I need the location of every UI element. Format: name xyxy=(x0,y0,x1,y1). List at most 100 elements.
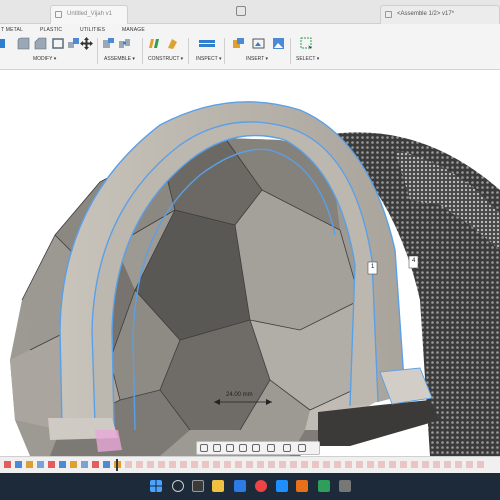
pan-icon[interactable] xyxy=(226,444,234,452)
dimension-label[interactable]: 24.00 mm xyxy=(226,392,253,398)
construct-menu[interactable]: CONSTRUCT ▾ xyxy=(148,56,183,62)
timeline-feature[interactable] xyxy=(158,461,165,468)
timeline-feature[interactable] xyxy=(378,461,385,468)
canvas-viewport[interactable]: 24.00 mm 1 4 xyxy=(0,70,500,456)
timeline-feature[interactable] xyxy=(444,461,451,468)
timeline-feature[interactable] xyxy=(334,461,341,468)
app-icon[interactable] xyxy=(318,480,330,492)
tab-sheet-metal[interactable]: T METAL xyxy=(1,27,23,33)
move-icon[interactable] xyxy=(80,37,93,50)
timeline-feature[interactable] xyxy=(455,461,462,468)
timeline-feature[interactable] xyxy=(400,461,407,468)
timeline[interactable] xyxy=(0,456,500,473)
timeline-feature[interactable] xyxy=(59,461,66,468)
fillet-icon[interactable] xyxy=(17,37,30,50)
shell-icon[interactable] xyxy=(52,37,65,50)
timeline-feature[interactable] xyxy=(312,461,319,468)
document-tab-assemble[interactable]: <Assemble 1/2> v17* xyxy=(380,5,500,24)
timeline-feature[interactable] xyxy=(180,461,187,468)
fit-icon[interactable] xyxy=(252,444,260,452)
timeline-feature[interactable] xyxy=(37,461,44,468)
app-icon-2[interactable] xyxy=(339,480,351,492)
timeline-feature[interactable] xyxy=(191,461,198,468)
select-menu[interactable]: SELECT ▾ xyxy=(296,56,319,62)
timeline-feature[interactable] xyxy=(367,461,374,468)
tab-plastic[interactable]: PLASTIC xyxy=(40,27,62,33)
timeline-feature[interactable] xyxy=(466,461,473,468)
timeline-feature[interactable] xyxy=(411,461,418,468)
tab-utilities[interactable]: UTILITIES xyxy=(80,27,105,33)
divider xyxy=(97,38,98,64)
grid-settings-icon[interactable] xyxy=(283,444,291,452)
select-icon[interactable] xyxy=(300,37,313,50)
assembly-icon xyxy=(385,11,392,18)
fusion-360-icon[interactable] xyxy=(296,480,308,492)
timeline-feature[interactable] xyxy=(103,461,110,468)
insert-menu[interactable]: INSERT ▾ xyxy=(246,56,268,62)
timeline-feature[interactable] xyxy=(301,461,308,468)
windows-start-icon[interactable] xyxy=(150,480,162,492)
tab-manage[interactable]: MANAGE xyxy=(122,27,145,33)
timeline-feature[interactable] xyxy=(70,461,77,468)
assemble-menu[interactable]: ASSEMBLE ▾ xyxy=(104,56,135,62)
task-view-icon[interactable] xyxy=(192,480,204,492)
timeline-feature[interactable] xyxy=(224,461,231,468)
file-explorer-icon[interactable] xyxy=(212,480,224,492)
chamfer-icon[interactable] xyxy=(34,37,47,50)
timeline-feature[interactable] xyxy=(81,461,88,468)
scale-icon[interactable] xyxy=(67,37,80,50)
modify-menu[interactable]: MODIFY ▾ xyxy=(33,56,56,62)
edge-icon[interactable] xyxy=(234,480,246,492)
zoom-icon[interactable] xyxy=(239,444,247,452)
timeline-feature[interactable] xyxy=(279,461,286,468)
new-component-icon[interactable] xyxy=(102,37,115,50)
timeline-feature[interactable] xyxy=(345,461,352,468)
timeline-feature[interactable] xyxy=(433,461,440,468)
timeline-feature[interactable] xyxy=(169,461,176,468)
document-tab-label: <Assemble 1/2> v17* xyxy=(397,11,455,17)
joint-icon[interactable] xyxy=(118,37,131,50)
timeline-feature[interactable] xyxy=(4,461,11,468)
timeline-feature[interactable] xyxy=(323,461,330,468)
timeline-feature[interactable] xyxy=(246,461,253,468)
look-at-icon[interactable] xyxy=(213,444,221,452)
timeline-feature[interactable] xyxy=(257,461,264,468)
timeline-feature[interactable] xyxy=(290,461,297,468)
insert-derive-icon[interactable] xyxy=(232,37,245,50)
measure-icon[interactable] xyxy=(199,37,215,50)
new-tab-icon[interactable] xyxy=(236,6,246,16)
timeline-feature[interactable] xyxy=(15,461,22,468)
document-icon xyxy=(55,11,62,18)
press-pull-icon[interactable] xyxy=(0,37,13,50)
timeline-feature[interactable] xyxy=(125,461,132,468)
timeline-feature[interactable] xyxy=(48,461,55,468)
viewports-icon[interactable] xyxy=(298,444,306,452)
document-tab-untitled[interactable]: Untitled_Vijah v1 xyxy=(50,5,128,24)
chrome-icon[interactable] xyxy=(255,480,267,492)
timeline-feature[interactable] xyxy=(136,461,143,468)
search-icon[interactable] xyxy=(172,480,184,492)
inspect-menu[interactable]: INSPECT ▾ xyxy=(196,56,221,62)
timeline-feature[interactable] xyxy=(147,461,154,468)
timeline-feature[interactable] xyxy=(356,461,363,468)
timeline-feature[interactable] xyxy=(268,461,275,468)
timeline-feature[interactable] xyxy=(477,461,484,468)
offset-plane-icon[interactable] xyxy=(148,37,161,50)
store-icon[interactable] xyxy=(276,480,288,492)
insert-canvas-icon[interactable] xyxy=(272,37,285,50)
timeline-feature[interactable] xyxy=(389,461,396,468)
timeline-feature[interactable] xyxy=(235,461,242,468)
title-bar: Untitled_Vijah v1 <Assemble 1/2> v17* xyxy=(0,0,500,24)
timeline-feature[interactable] xyxy=(422,461,429,468)
orbit-icon[interactable] xyxy=(200,444,208,452)
display-settings-icon[interactable] xyxy=(267,444,275,452)
timeline-feature[interactable] xyxy=(202,461,209,468)
timeline-feature[interactable] xyxy=(92,461,99,468)
model-render xyxy=(10,101,500,456)
dimension-label-small-2[interactable]: 4 xyxy=(412,258,415,264)
timeline-feature[interactable] xyxy=(213,461,220,468)
plane-at-angle-icon[interactable] xyxy=(166,37,179,50)
timeline-feature[interactable] xyxy=(26,461,33,468)
dimension-label-small[interactable]: 1 xyxy=(371,264,374,270)
insert-decal-icon[interactable] xyxy=(252,37,265,50)
